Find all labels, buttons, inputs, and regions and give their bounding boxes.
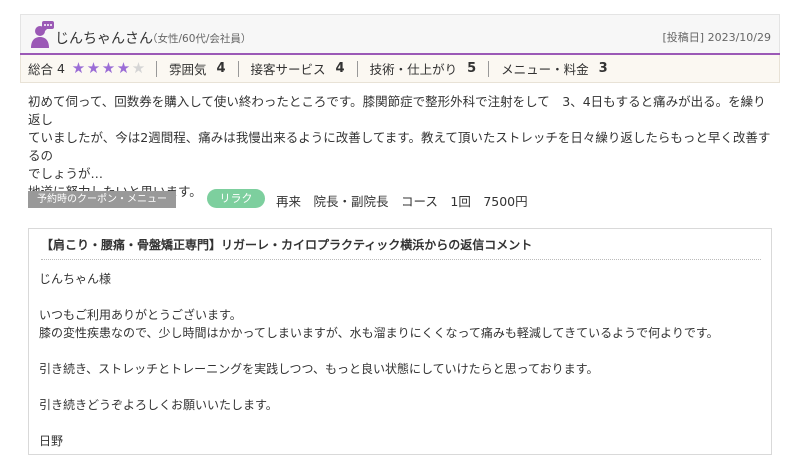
review-line: ていましたが、今は2週間程、痛みは我慢出来るように改善してます。教えて頂いたスト… (28, 130, 771, 163)
reply-greeting: じんちゃん様 (39, 272, 112, 286)
rating-category-label: 技術・仕上がり (369, 62, 458, 77)
review-card: じんちゃんさん （女性/60代/会社員） [投稿日] 2023/10/29 総合… (0, 0, 794, 470)
rating-category-score: 4 (216, 61, 226, 76)
coupon-label: 予約時のクーポン・メニュー (28, 191, 176, 208)
rating-category-atmosphere: 雰囲気 4 (155, 60, 238, 77)
star-filled-icon: ★ (116, 59, 131, 77)
rating-category-label: 接客サービス (250, 62, 326, 77)
rating-category-label: 雰囲気 (168, 62, 207, 77)
rating-bar: 総合 4 ★ ★ ★ ★ ★ 雰囲気 4 接客サービス 4 技術・仕上がり 5 メニュー… (20, 55, 780, 83)
reply-line: 引き続きどうぞよろしくお願いいたします。 (39, 398, 278, 412)
salon-reply-box: 【肩こり・腰痛・骨盤矯正専門】リガーレ・カイロプラクティック横浜からの返信コメン… (28, 228, 772, 455)
rating-category-menu-price: メニュー・料金 3 (488, 60, 620, 77)
coupon-menu-link[interactable]: 再来 院長・副院長 コース 1回 7500円 (276, 191, 528, 210)
reply-line: 膝の変性疾患なので、少し時間はかかってしまいますが、水も溜まりにくくなって痛みも… (39, 326, 719, 340)
reply-divider (41, 259, 761, 260)
reply-signature: 日野 (39, 434, 64, 448)
review-text: 初めて伺って、回数券を購入して使い終わったところです。膝関節症で整形外科で注射を… (28, 93, 776, 201)
star-empty-icon: ★ (131, 59, 146, 77)
reply-title: 【肩こり・腰痛・骨盤矯正専門】リガーレ・カイロプラクティック横浜からの返信コメン… (41, 238, 533, 252)
user-avatar-icon (31, 21, 54, 48)
overall-score: 4 (57, 61, 65, 76)
rating-category-score: 3 (598, 61, 608, 76)
reviewer-meta: （女性/60代/会社員） (147, 33, 252, 45)
star-filled-icon: ★ (101, 59, 116, 77)
star-rating: ★ ★ ★ ★ ★ (71, 61, 146, 76)
reviewer-name: じんちゃんさん (55, 31, 153, 47)
post-date: [投稿日] 2023/10/29 (662, 31, 771, 44)
reply-line: 引き続き、ストレッチとトレーニングを実践しつつ、もっと良い状態にしていけたらと思… (39, 362, 599, 376)
reply-line: いつもご利用ありがとうございます。 (39, 308, 242, 322)
coupon-category-badge: リラク (207, 189, 265, 208)
star-filled-icon: ★ (71, 59, 86, 77)
rating-category-technique: 技術・仕上がり 5 (356, 60, 489, 77)
rating-category-service: 接客サービス 4 (237, 60, 357, 77)
review-line: 初めて伺って、回数券を購入して使い終わったところです。膝関節症で整形外科で注射を… (28, 94, 766, 127)
rating-category-score: 4 (335, 61, 345, 76)
rating-category-score: 5 (467, 61, 477, 76)
overall-label: 総合 (28, 62, 54, 77)
rating-category-label: メニュー・料金 (501, 62, 589, 77)
star-filled-icon: ★ (86, 59, 101, 77)
review-header: じんちゃんさん （女性/60代/会社員） [投稿日] 2023/10/29 (20, 14, 780, 54)
review-line: でしょうが… (28, 166, 104, 181)
